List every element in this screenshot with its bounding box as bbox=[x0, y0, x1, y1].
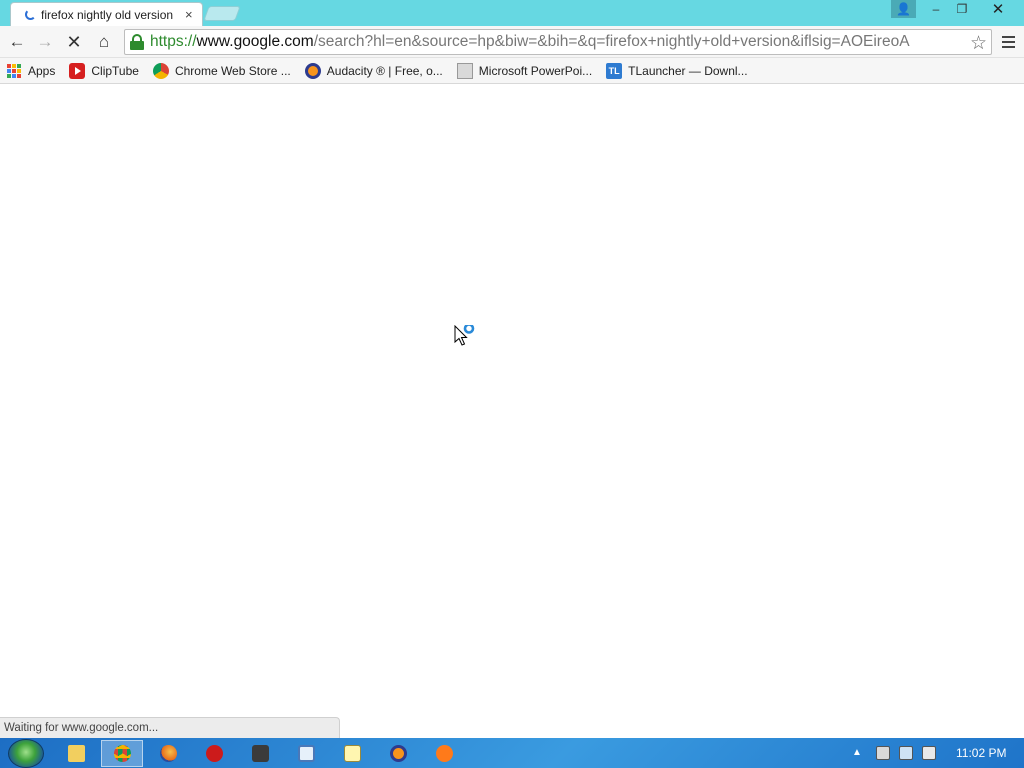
taskbar-clock[interactable]: 11:02 PM bbox=[956, 746, 1006, 760]
home-button[interactable]: ⌂ bbox=[93, 31, 115, 53]
start-button[interactable] bbox=[8, 739, 44, 768]
taskbar-firefox[interactable] bbox=[147, 740, 189, 767]
close-window-button[interactable]: ✕ bbox=[976, 0, 1020, 18]
windows-taskbar bbox=[0, 738, 1024, 768]
browser-tab[interactable]: firefox nightly old version × bbox=[10, 2, 203, 26]
url-path: /search?hl=en&source=hp&biw=&bih=&q=fire… bbox=[313, 33, 910, 50]
show-hidden-icons-button[interactable]: ▲ bbox=[852, 747, 862, 763]
firefox-icon bbox=[159, 745, 177, 762]
audacity-icon bbox=[389, 745, 407, 762]
taskbar-notes[interactable] bbox=[331, 740, 373, 767]
bookmark-tlauncher[interactable]: TL TLauncher — Downl... bbox=[606, 62, 748, 79]
busy-cursor-icon bbox=[454, 325, 475, 346]
status-bubble: Waiting for www.google.com... bbox=[0, 717, 340, 738]
user-profile-icon[interactable]: 👤 bbox=[891, 0, 916, 18]
opera-icon bbox=[205, 745, 223, 762]
taskbar-file-explorer[interactable] bbox=[55, 740, 97, 767]
bookmark-label: Chrome Web Store ... bbox=[174, 63, 291, 78]
network-icon[interactable] bbox=[899, 746, 913, 760]
taskbar-remote-desktop[interactable] bbox=[285, 740, 327, 767]
bookmark-star-icon[interactable]: ☆ bbox=[970, 32, 987, 55]
url-text[interactable]: https://www.google.com/search?hl=en&sour… bbox=[150, 33, 968, 51]
bookmark-label: TLauncher — Downl... bbox=[628, 63, 748, 78]
audacity-icon bbox=[304, 62, 321, 79]
taskbar-opera[interactable] bbox=[193, 740, 235, 767]
bookmark-chrome-web-store[interactable]: Chrome Web Store ... bbox=[152, 62, 291, 79]
bookmark-label: Audacity ® | Free, o... bbox=[326, 63, 443, 78]
page-content[interactable] bbox=[0, 85, 1024, 738]
taskbar-chrome[interactable] bbox=[101, 740, 143, 767]
minimize-button[interactable]: – bbox=[925, 0, 947, 18]
restore-button[interactable]: ❐ bbox=[951, 0, 973, 18]
loading-spinner-icon bbox=[25, 9, 36, 20]
bookmark-label: Microsoft PowerPoi... bbox=[478, 63, 593, 78]
chrome-web-store-icon bbox=[152, 62, 169, 79]
new-tab-button[interactable] bbox=[203, 6, 241, 21]
taskbar-minecraft[interactable] bbox=[239, 740, 281, 767]
bookmark-cliptube[interactable]: ClipTube bbox=[69, 62, 139, 79]
tab-close-icon[interactable]: × bbox=[185, 8, 193, 21]
bookmarks-bar: Apps ClipTube Chrome Web Store ... Audac… bbox=[0, 58, 1024, 84]
cliptube-icon bbox=[69, 62, 86, 79]
bookmark-label: ClipTube bbox=[91, 63, 139, 78]
notes-icon bbox=[343, 745, 361, 762]
address-bar[interactable]: https://www.google.com/search?hl=en&sour… bbox=[124, 29, 992, 55]
powerpoint-icon bbox=[456, 62, 473, 79]
forward-button[interactable]: → bbox=[34, 31, 56, 53]
bookmark-apps[interactable]: Apps bbox=[6, 63, 55, 79]
bookmark-audacity[interactable]: Audacity ® | Free, o... bbox=[304, 62, 443, 79]
secure-lock-icon[interactable] bbox=[130, 34, 144, 50]
apps-grid-icon bbox=[6, 63, 22, 79]
chrome-icon bbox=[113, 745, 131, 762]
stop-loading-button[interactable]: ✕ bbox=[63, 31, 85, 53]
title-bar: firefox nightly old version × 👤 – ❐ ✕ bbox=[0, 0, 1024, 26]
avast-icon bbox=[435, 745, 453, 762]
action-center-flag-icon[interactable] bbox=[876, 746, 890, 760]
back-button[interactable]: ← bbox=[6, 31, 28, 53]
taskbar-avast[interactable] bbox=[423, 740, 465, 767]
folder-icon bbox=[67, 745, 85, 762]
chrome-menu-icon[interactable] bbox=[998, 32, 1018, 52]
url-host: www.google.com bbox=[196, 33, 314, 50]
minecraft-icon bbox=[251, 745, 269, 762]
volume-muted-icon[interactable] bbox=[922, 746, 936, 760]
tlauncher-icon: TL bbox=[606, 62, 623, 79]
browser-toolbar: ← → ✕ ⌂ https://www.google.com/search?hl… bbox=[0, 26, 1024, 58]
bookmark-powerpoint[interactable]: Microsoft PowerPoi... bbox=[456, 62, 593, 79]
taskbar-audacity[interactable] bbox=[377, 740, 419, 767]
remote-desktop-icon bbox=[297, 745, 315, 762]
url-scheme: https:// bbox=[150, 33, 197, 50]
tab-title: firefox nightly old version bbox=[41, 7, 174, 22]
bookmark-label: Apps bbox=[28, 63, 56, 78]
